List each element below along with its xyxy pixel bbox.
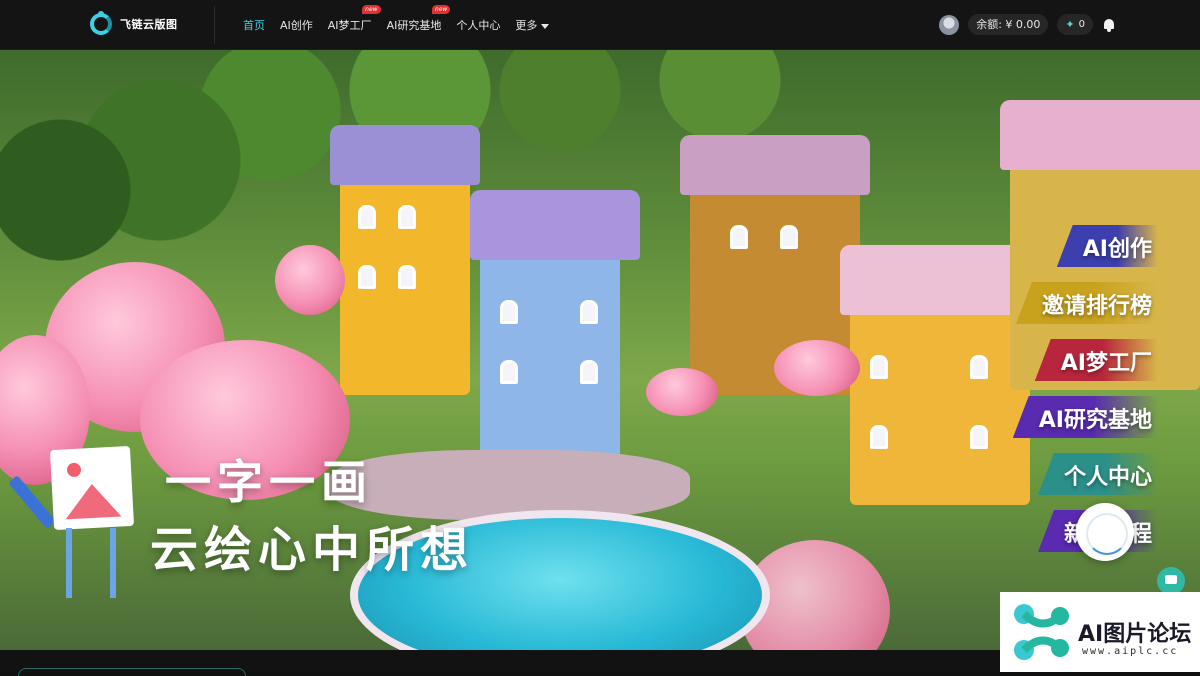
site-logo[interactable]: 飞链云版图 <box>90 11 178 35</box>
house-blue <box>470 190 640 470</box>
avatar[interactable] <box>939 14 960 35</box>
nav-item-personal-center[interactable]: 个人中心 <box>456 17 500 33</box>
sparkle-icon: ✦ <box>1065 18 1075 31</box>
hero-slogan-line2: 云绘心中所想 <box>150 522 475 578</box>
logo-icon <box>90 11 112 35</box>
scroll-indicator-button[interactable] <box>1076 503 1134 561</box>
hero-banner: 一字一画 云绘心中所想 AI创作 邀请排行榜 AI梦工厂 AI研究基地 个人中心… <box>0 50 1200 650</box>
chevron-down-icon <box>541 23 550 29</box>
side-item-personal-center[interactable]: 个人中心 <box>1037 453 1158 495</box>
balance-display[interactable]: 余额: ¥ 0.00 <box>968 14 1049 35</box>
new-badge: new <box>362 5 381 14</box>
tree-blossom <box>774 340 860 396</box>
tree-blossom <box>275 245 345 315</box>
top-navbar: 飞链云版图 首页 AI创作 AI梦工厂 new AI研究基地 new 个人中心 更多… <box>0 0 1200 50</box>
nav-divider <box>214 6 215 44</box>
watermark-url: www.aiplc.cc <box>1082 646 1179 657</box>
side-item-ai-research[interactable]: AI研究基地 <box>1012 396 1158 438</box>
side-item-ai-create[interactable]: AI创作 <box>1056 225 1158 267</box>
side-quick-menu: AI创作 邀请排行榜 AI梦工厂 AI研究基地 个人中心 新人教程 <box>1012 225 1158 552</box>
watermark-title: AI图片论坛 <box>1078 622 1192 647</box>
nav-item-ai-create[interactable]: AI创作 <box>280 17 313 33</box>
molecule-logo-icon <box>1014 604 1069 660</box>
side-item-ai-dream-factory[interactable]: AI梦工厂 <box>1034 339 1158 381</box>
nav-item-more[interactable]: 更多 <box>515 17 550 33</box>
new-badge: new <box>431 5 451 14</box>
easel-icon <box>66 528 116 598</box>
nav-item-ai-research[interactable]: AI研究基地 new <box>387 5 451 33</box>
side-item-invite-ranking[interactable]: 邀请排行榜 <box>1015 282 1158 324</box>
image-icon <box>49 445 135 531</box>
house-right <box>840 245 1040 505</box>
user-tools: 余额: ¥ 0.00 ✦ 0 <box>939 14 1116 35</box>
tree-blossom <box>646 368 718 416</box>
house-yellow <box>330 125 480 395</box>
points-display[interactable]: ✦ 0 <box>1057 14 1093 35</box>
watermark-logo: AI图片论坛 www.aiplc.cc <box>1000 592 1200 672</box>
site-name: 飞链云版图 <box>120 18 178 31</box>
points-value: 0 <box>1078 19 1085 30</box>
nav-item-ai-dream-factory[interactable]: AI梦工厂 new <box>328 5 381 33</box>
nav-item-home[interactable]: 首页 <box>243 17 265 33</box>
tab-pill[interactable] <box>18 668 246 676</box>
chat-icon[interactable] <box>1157 567 1185 595</box>
main-nav: 首页 AI创作 AI梦工厂 new AI研究基地 new 个人中心 更多 <box>243 0 564 50</box>
bell-icon[interactable] <box>1102 18 1116 32</box>
hero-slogan-line1: 一字一画 <box>165 455 373 509</box>
